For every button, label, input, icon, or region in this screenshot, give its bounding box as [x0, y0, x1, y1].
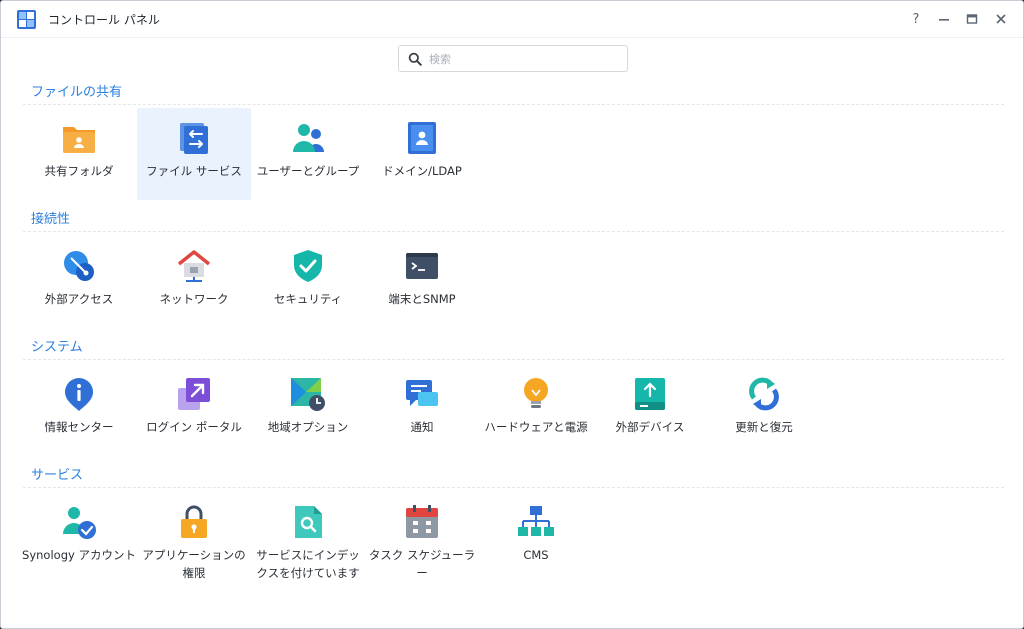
user-group-icon	[293, 124, 324, 152]
item-label: CMS	[523, 548, 549, 562]
item-info-center[interactable]: 情報センター	[22, 364, 136, 456]
close-icon	[996, 14, 1006, 24]
close-button[interactable]	[989, 7, 1013, 31]
item-user-group[interactable]: ユーザーとグループ	[251, 108, 365, 200]
item-synology-account[interactable]: Synology アカウント	[22, 492, 136, 584]
control-panel-window: コントロール パネル ? ファイルの共有 共有フォルダ	[0, 0, 1024, 629]
item-external-access[interactable]: 外部アクセス	[22, 236, 136, 328]
item-external-devices[interactable]: 外部デバイス	[593, 364, 707, 456]
item-application-privileges[interactable]: アプリケーションの権限	[137, 492, 251, 584]
search-input[interactable]	[427, 49, 621, 70]
item-shared-folder[interactable]: 共有フォルダ	[22, 108, 136, 200]
item-label: 更新と復元	[735, 420, 793, 434]
update-restore-icon	[749, 377, 779, 411]
item-regional-options[interactable]: 地域オプション	[251, 364, 365, 456]
section-divider	[23, 104, 1004, 105]
item-login-portal[interactable]: ログイン ポータル	[137, 364, 251, 456]
control-panel-app-icon	[17, 10, 36, 29]
shared-folder-icon	[63, 127, 95, 153]
item-cms[interactable]: CMS	[479, 492, 593, 584]
item-file-services[interactable]: ファイル サービス	[137, 108, 251, 200]
file-services-icon	[180, 123, 208, 154]
help-button[interactable]: ?	[904, 7, 928, 31]
section-divider	[23, 359, 1004, 360]
section-divider	[23, 487, 1004, 488]
section-title: ファイルの共有	[31, 85, 123, 100]
item-label: 通知	[410, 420, 434, 434]
external-devices-icon	[635, 378, 665, 410]
minimize-button[interactable]	[932, 7, 956, 31]
external-access-icon	[64, 251, 94, 281]
cms-icon	[518, 506, 554, 536]
item-label: Synology アカウント	[22, 548, 136, 562]
item-label: ファイル サービス	[146, 164, 242, 178]
item-label: 情報センター	[44, 420, 114, 434]
login-portal-icon	[178, 378, 210, 410]
item-label: ハードウェアと電源	[484, 420, 588, 434]
domain-ldap-icon	[408, 122, 436, 154]
section-title: サービス	[31, 468, 84, 483]
window-title: コントロール パネル	[48, 13, 160, 27]
item-indexing-service[interactable]: サービスにインデックスを付けています	[251, 492, 365, 584]
item-label: タスク スケジューラー	[368, 548, 476, 580]
section-title: システム	[31, 340, 83, 355]
item-task-scheduler[interactable]: タスク スケジューラー	[365, 492, 479, 584]
item-hardware-power[interactable]: ハードウェアと電源	[479, 364, 593, 456]
search-icon	[408, 52, 422, 66]
item-label: 地域オプション	[267, 420, 349, 434]
terminal-icon	[406, 253, 438, 279]
item-label: 外部デバイス	[615, 420, 685, 434]
item-notification[interactable]: 通知	[365, 364, 479, 456]
item-label: ドメイン/LDAP	[382, 164, 462, 178]
item-terminal-snmp[interactable]: 端末とSNMP	[365, 236, 479, 328]
item-update-restore[interactable]: 更新と復元	[707, 364, 821, 456]
item-label: ネットワーク	[159, 292, 229, 306]
item-domain-ldap[interactable]: ドメイン/LDAP	[365, 108, 479, 200]
regional-options-icon	[291, 378, 325, 411]
info-center-icon	[65, 378, 93, 411]
title-bar[interactable]: コントロール パネル ?	[1, 1, 1023, 38]
indexing-service-icon	[295, 506, 322, 538]
item-label: セキュリティ	[273, 292, 343, 306]
minimize-icon	[939, 19, 949, 21]
synology-account-icon	[63, 507, 96, 539]
item-network[interactable]: ネットワーク	[137, 236, 251, 328]
maximize-icon	[966, 14, 978, 24]
section-title: 接続性	[31, 212, 71, 227]
item-label: 共有フォルダ	[44, 164, 114, 178]
help-icon: ?	[912, 11, 920, 27]
item-label: ユーザーとグループ	[256, 164, 360, 178]
item-label: アプリケーションの権限	[142, 548, 246, 580]
item-label: 外部アクセス	[44, 292, 114, 306]
notification-icon	[406, 380, 438, 406]
network-icon	[177, 250, 211, 282]
section-divider	[23, 231, 1004, 232]
item-security[interactable]: セキュリティ	[251, 236, 365, 328]
application-privileges-icon	[181, 505, 207, 538]
hardware-power-icon	[524, 378, 548, 408]
security-shield-icon	[294, 250, 322, 282]
item-label: サービスにインデックスを付けています	[256, 548, 360, 580]
maximize-button[interactable]	[960, 7, 984, 31]
item-label: ログイン ポータル	[146, 420, 242, 434]
item-label: 端末とSNMP	[388, 292, 456, 306]
task-scheduler-icon	[406, 505, 438, 538]
search-box[interactable]	[398, 45, 628, 72]
